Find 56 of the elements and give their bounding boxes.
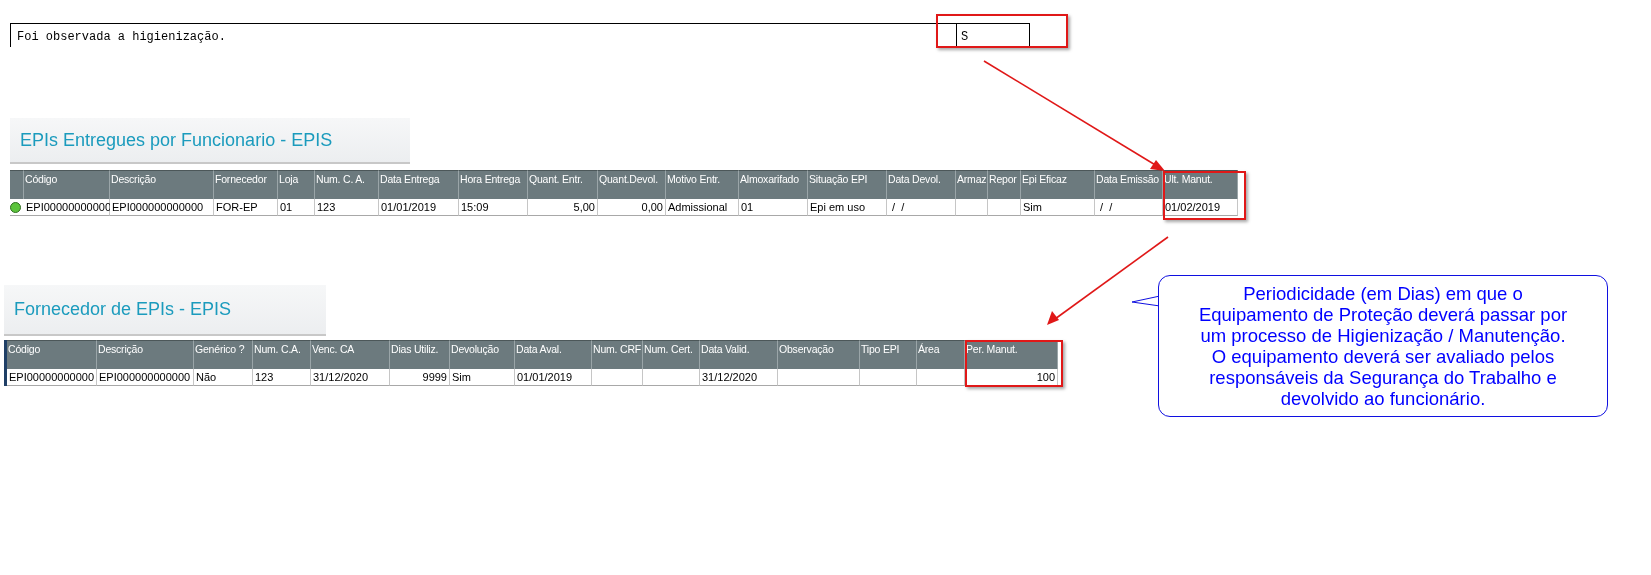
column-header[interactable]: Quant.Devol. — [598, 170, 666, 199]
table-cell: FOR-EP — [214, 199, 278, 216]
header-cell — [10, 170, 24, 199]
column-header[interactable]: Dias Utiliz. — [390, 339, 450, 369]
column-header[interactable]: Descrição — [110, 170, 214, 199]
table-cell: 01 — [278, 199, 315, 216]
column-header[interactable]: Genérico ? — [194, 339, 253, 369]
column-header[interactable]: Epi Eficaz — [1021, 170, 1095, 199]
table-cell: 15:09 — [459, 199, 528, 216]
table-cell: 01/02/2019 — [1163, 199, 1238, 216]
column-header[interactable]: Data Devol. — [887, 170, 956, 199]
column-header[interactable]: Num. CRF — [592, 339, 643, 369]
section-title: Fornecedor de EPIs - EPIS — [14, 298, 232, 320]
table-cell: 0,00 — [598, 199, 666, 216]
column-header[interactable]: Num. C. A. — [315, 170, 379, 199]
table-cell: 01 — [739, 199, 808, 216]
note-value: S — [956, 24, 1030, 47]
note-text: Foi observada a higienização. — [10, 24, 956, 47]
table-cell: 123 — [315, 199, 379, 216]
column-header[interactable]: Observação — [778, 339, 860, 369]
table-cell: / / — [887, 199, 956, 216]
column-header[interactable]: Almoxarifado — [739, 170, 808, 199]
column-header[interactable]: Motivo Entr. — [666, 170, 739, 199]
column-header[interactable]: Data Valid. — [700, 339, 778, 369]
column-header[interactable]: Devolução — [450, 339, 515, 369]
column-header[interactable]: Código — [7, 339, 97, 369]
column-header[interactable]: Num. C.A. — [253, 339, 311, 369]
table-cell: Epi em uso — [808, 199, 887, 216]
table-cell: 01/01/2019 — [379, 199, 459, 216]
column-header[interactable]: Ult. Manut. — [1163, 170, 1238, 199]
column-header[interactable]: Repor — [988, 170, 1021, 199]
table-cell: Sim — [1021, 199, 1095, 216]
table-cell: EPI000000000000 — [110, 199, 214, 216]
table-cell: / / — [1095, 199, 1163, 216]
column-header[interactable]: Loja — [278, 170, 315, 199]
column-header[interactable]: Situação EPI — [808, 170, 887, 199]
column-header[interactable]: Armaz — [956, 170, 988, 199]
column-header[interactable]: Num. Cert. — [643, 339, 700, 369]
table-cell: 5,00 — [528, 199, 598, 216]
section-title: EPIs Entregues por Funcionario - EPIS — [20, 129, 333, 151]
column-header[interactable]: Hora Entrega — [459, 170, 528, 199]
column-header[interactable]: Área — [917, 339, 965, 369]
table-cell: EPI00000000000 — [24, 199, 110, 216]
column-header[interactable]: Data Entrega — [379, 170, 459, 199]
column-header[interactable]: Código — [24, 170, 110, 199]
callout-text: Periodicidade (em Dias) em que o Equipamento de Proteção deverá passar por um processo de Higienização / Manutenção. O equipamento deverá ser avaliado pelos responsáveis da Segurança do Trabalho e devolvido ao funcionário. — [1197, 283, 1569, 409]
column-header[interactable]: Data Aval. — [515, 339, 592, 369]
column-header[interactable]: Data Emissão — [1095, 170, 1163, 199]
column-header[interactable]: Descrição — [97, 339, 194, 369]
table-cell — [988, 199, 1021, 216]
table-cell — [956, 199, 988, 216]
column-header[interactable]: Venc. CA — [311, 339, 390, 369]
column-header[interactable]: Fornecedor — [214, 170, 278, 199]
column-header[interactable]: Tipo EPI — [860, 339, 917, 369]
column-header[interactable]: Quant. Entr. — [528, 170, 598, 199]
table-cell: Admissional — [666, 199, 739, 216]
